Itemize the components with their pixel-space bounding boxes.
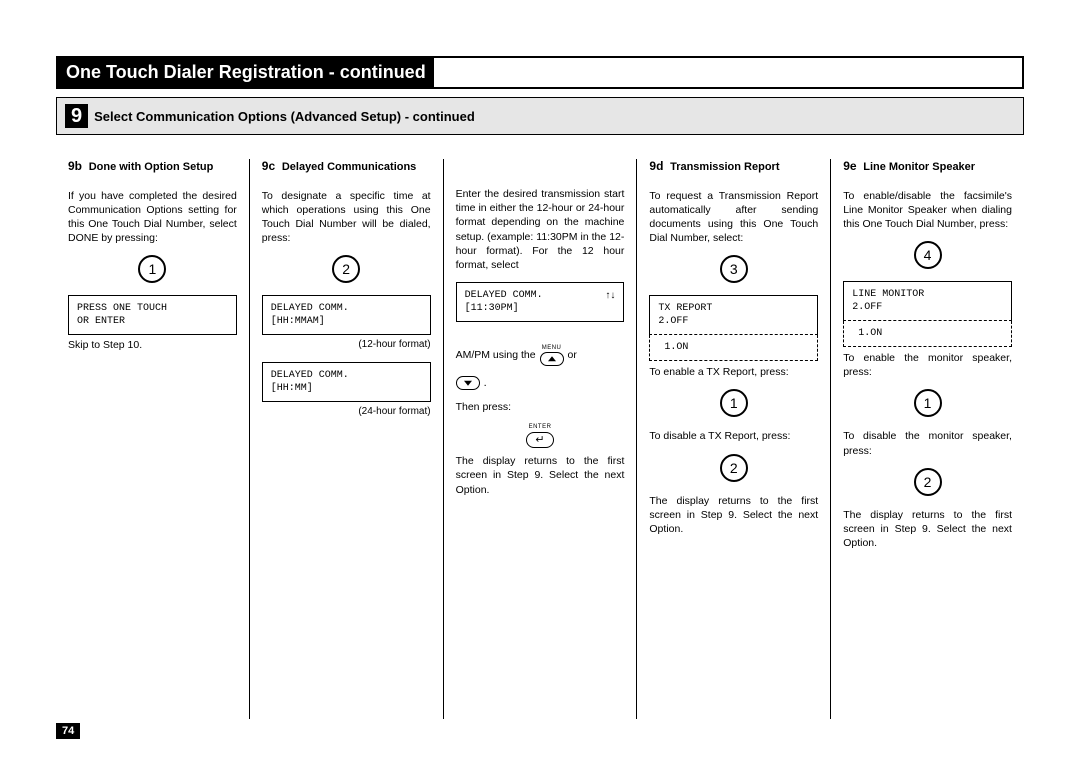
menu-label: MENU [542, 344, 562, 352]
section-subheader: 9 Select Communication Options (Advanced… [56, 97, 1024, 135]
lcd-display-hidden: 1.ON [649, 335, 818, 361]
text: The display returns to the first screen … [649, 494, 818, 537]
step-number: 9 [65, 104, 88, 128]
lcd-display: TX REPORT 2.OFF [649, 295, 818, 335]
col-title-9d: 9d Transmission Report [649, 159, 818, 175]
lcd-display: DELAYED COMM. [11:30PM]↑↓ [456, 282, 625, 322]
updown-arrows-icon: ↑↓ [605, 289, 615, 315]
text: Enter the desired transmission start tim… [456, 187, 625, 272]
text: The display returns to the first screen … [456, 454, 625, 497]
keypad-1-icon: 1 [138, 255, 166, 283]
enter-button-icon [526, 432, 554, 448]
text: Then press: [456, 400, 625, 414]
column-9b: 9b Done with Option Setup If you have co… [56, 159, 249, 719]
note: Skip to Step 10. [68, 339, 237, 351]
text: To disable a TX Report, press: [649, 429, 818, 443]
keypad-4-icon: 4 [914, 241, 942, 269]
col-title-9e: 9e Line Monitor Speaker [843, 159, 1012, 175]
text: To request a Transmission Report automat… [649, 189, 818, 246]
column-9c: 9c Delayed Communications To designate a… [250, 159, 443, 719]
lcd-display: PRESS ONE TOUCH OR ENTER [68, 295, 237, 335]
col-title-9b: 9b Done with Option Setup [68, 159, 237, 175]
text: To enable/disable the facsimile's Line M… [843, 189, 1012, 232]
up-button-icon [540, 352, 564, 366]
text: To enable the monitor speaker, press: [843, 351, 1012, 379]
text: To designate a specific time at which op… [262, 189, 431, 246]
format-caption: (24-hour format) [262, 406, 431, 417]
text: To enable a TX Report, press: [649, 365, 818, 379]
manual-page: One Touch Dialer Registration - continue… [0, 0, 1080, 749]
lcd-display-hidden: 1.ON [843, 321, 1012, 347]
down-button-icon [456, 376, 480, 390]
lcd-display: DELAYED COMM. [HH:MMAM] [262, 295, 431, 335]
subheader-text: Select Communication Options (Advanced S… [94, 109, 475, 124]
keypad-3-icon: 3 [720, 255, 748, 283]
format-caption: (12-hour format) [262, 339, 431, 350]
lcd-display: DELAYED COMM. [HH:MM] [262, 362, 431, 402]
column-9c-cont: Enter the desired transmission start tim… [444, 159, 637, 719]
lcd-display: LINE MONITOR 2.OFF [843, 281, 1012, 321]
column-9d: 9d Transmission Report To request a Tran… [637, 159, 830, 719]
page-number: 74 [56, 723, 80, 739]
keypad-1-icon: 1 [720, 389, 748, 417]
keypad-2-icon: 2 [914, 468, 942, 496]
col-title-9c: 9c Delayed Communications [262, 159, 431, 175]
content-columns: 9b Done with Option Setup If you have co… [56, 159, 1024, 719]
keypad-2-icon: 2 [720, 454, 748, 482]
text: To disable the monitor speaker, press: [843, 429, 1012, 457]
column-9e: 9e Line Monitor Speaker To enable/disabl… [831, 159, 1024, 719]
keypad-2-icon: 2 [332, 255, 360, 283]
text: The display returns to the first screen … [843, 508, 1012, 551]
enter-label: ENTER [456, 424, 625, 430]
text: If you have completed the desired Commun… [68, 189, 237, 246]
keypad-1-icon: 1 [914, 389, 942, 417]
text: AM/PM using the MENU or [456, 344, 625, 366]
page-title: One Touch Dialer Registration - continue… [58, 58, 434, 87]
page-title-bar: One Touch Dialer Registration - continue… [56, 56, 1024, 89]
